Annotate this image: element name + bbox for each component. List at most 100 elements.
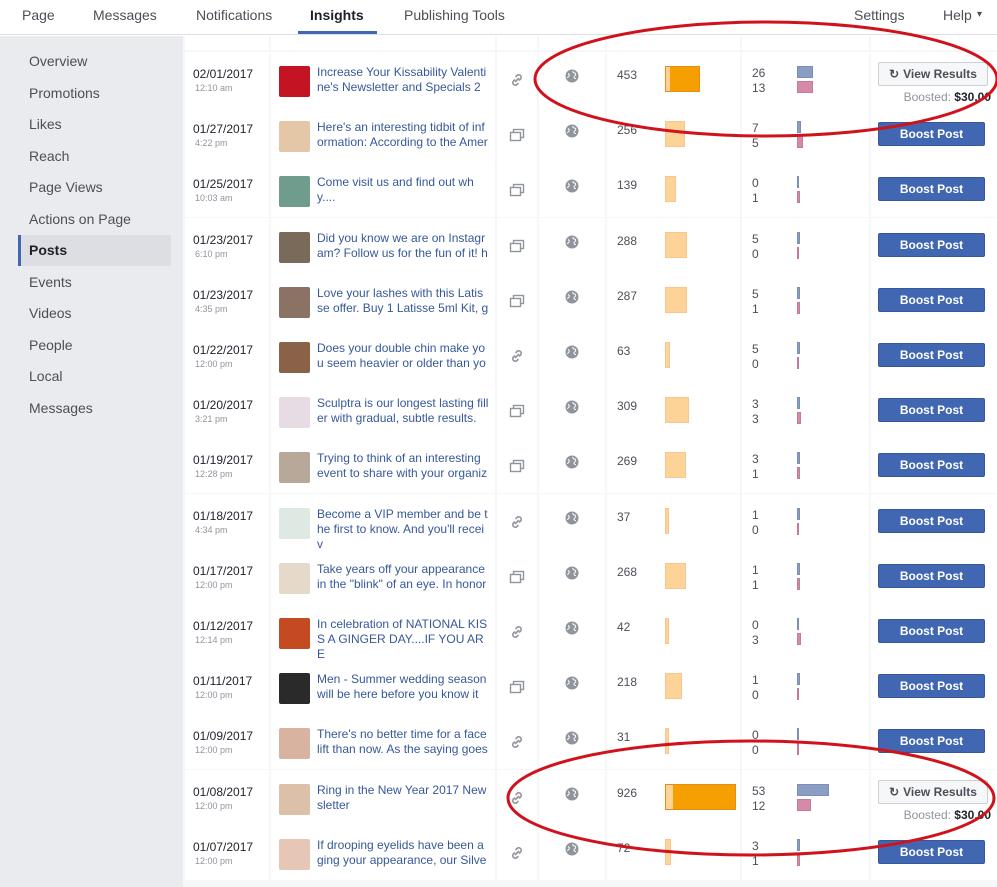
post-link[interactable]: In celebration of NATIONAL KISS A GINGER… [317,617,489,662]
globe-icon [565,621,579,635]
insights-sidebar: Overview Promotions Likes Reach Page Vie… [0,36,183,887]
reach-bar [665,673,682,700]
post-date: 01/23/2017 [193,232,254,247]
sidebar-item-reach[interactable]: Reach [18,141,171,172]
post-link[interactable]: Take years off your appearance in the "b… [317,562,489,592]
targeting-cell [539,383,605,439]
view-results-button[interactable]: ↻ View Results [878,62,988,86]
boost-post-button[interactable]: Boost Post [878,398,985,423]
sidebar-item-videos[interactable]: Videos [18,298,171,329]
sidebar-item-local[interactable]: Local [18,361,171,392]
tab-insights[interactable]: Insights [310,7,364,23]
reactions-bar [797,191,800,204]
engagement-cell: 10 [742,659,869,715]
post-link[interactable]: Ring in the New Year 2017 Newsletter [317,783,489,813]
post-link[interactable]: Here's an interesting tidbit of informat… [317,120,489,150]
boost-post-button[interactable]: Boost Post [878,287,985,312]
post-thumbnail[interactable] [279,507,310,539]
reactions-bar [797,467,800,480]
post-thumbnail[interactable] [279,121,310,153]
boost-post-button[interactable]: Boost Post [878,343,985,367]
boost-post-button[interactable]: Boost Post [878,177,985,202]
clicks-value: 5 [752,286,759,301]
post-link[interactable]: If drooping eyelids have been aging your… [317,838,489,868]
tab-publishing-tools[interactable]: Publishing Tools [404,7,505,23]
post-link[interactable]: Increase Your Kissability Valentine's Ne… [317,65,489,95]
clicks-value: 3 [752,397,759,412]
sidebar-item-promotions[interactable]: Promotions [18,78,171,109]
post-link[interactable]: Did you know we are on Instagram? Follow… [317,231,489,261]
reactions-value: 0 [752,522,759,537]
boost-post-button[interactable]: Boost Post [878,453,985,478]
type-cell [497,769,537,825]
tab-page[interactable]: Page [22,7,55,23]
sidebar-item-page-views[interactable]: Page Views [18,172,171,203]
reactions-value: 1 [752,853,759,868]
sidebar-item-likes[interactable]: Likes [18,109,171,140]
view-results-label: View Results [903,784,977,799]
post-time: 3:21 pm [195,414,228,425]
post-thumbnail[interactable] [279,397,310,429]
reach-cell: 31 [607,714,740,770]
clicks-value: 53 [752,783,766,798]
post-thumbnail[interactable] [279,286,310,318]
post-thumbnail[interactable] [279,618,310,649]
type-cell [497,493,537,549]
boost-post-button[interactable]: Boost Post [878,839,985,864]
boost-post-button[interactable]: Boost Post [878,674,985,699]
table-row: 01/07/2017 12:00 pm If drooping eyelids ha… [183,824,997,880]
globe-icon [565,345,579,359]
view-results-button[interactable]: ↻ View Results [878,779,988,804]
tab-messages[interactable]: Messages [93,7,157,23]
link-icon [509,790,525,806]
reach-cell: 63 [607,328,740,383]
sidebar-item-actions-on-page[interactable]: Actions on Page [18,204,171,235]
post-link[interactable]: Love your lashes with this Latisse offer… [317,286,489,316]
post-thumbnail[interactable] [279,728,310,760]
boost-post-button[interactable]: Boost Post [878,232,985,257]
sidebar-item-overview[interactable]: Overview [18,46,171,77]
targeting-cell [539,493,605,549]
post-time: 12:28 pm [195,469,233,480]
post-link[interactable]: There's no better time for a facelift th… [317,727,489,757]
post-thumbnail[interactable] [279,838,310,870]
post-link[interactable]: Trying to think of an interesting event … [317,451,489,481]
settings-link[interactable]: Settings [854,7,905,23]
clicks-bar [797,618,799,630]
post-thumbnail[interactable] [279,783,310,815]
boost-post-button[interactable]: Boost Post [878,729,985,754]
post-thumbnail[interactable] [279,452,310,484]
post-thumbnail[interactable] [279,66,310,97]
post-time: 12:14 pm [195,635,233,645]
post-link[interactable]: Sculptra is our longest lasting filler w… [317,396,489,426]
sidebar-item-messages[interactable]: Messages [18,393,171,424]
post-thumbnail[interactable] [279,176,310,208]
post-thumbnail[interactable] [279,342,310,373]
post-cell: Ring in the New Year 2017 Newsletter [271,769,495,825]
refresh-icon: ↻ [889,67,900,81]
boost-post-button[interactable]: Boost Post [878,619,985,643]
clicks-value: 1 [752,673,759,688]
reach-value: 926 [617,785,638,800]
table-row: 01/12/2017 12:14 pm In celebration of NATI… [183,604,997,662]
chevron-down-icon[interactable]: ▾ [977,9,982,20]
post-thumbnail[interactable] [279,673,310,705]
tab-notifications[interactable]: Notifications [196,7,272,23]
top-navigation: Page Messages Notifications Insights Pub… [0,0,997,35]
post-thumbnail[interactable] [279,562,310,594]
boost-post-button[interactable]: Boost Post [878,122,985,147]
boost-post-button[interactable]: Boost Post [878,563,985,588]
post-link[interactable]: Does your double chin make you seem heav… [317,341,489,371]
post-thumbnail[interactable] [279,231,310,263]
post-time: 12:10 am [195,83,233,93]
reactions-bar [797,81,813,93]
post-link[interactable]: Men - Summer wedding season will be here… [317,672,489,702]
boost-post-button[interactable]: Boost Post [878,508,985,533]
sidebar-item-people[interactable]: People [18,330,171,361]
post-link[interactable]: Become a VIP member and be the first to … [317,507,489,552]
help-link[interactable]: Help [943,7,972,23]
refresh-icon: ↻ [889,784,900,799]
post-link[interactable]: Come visit us and find out why.... [317,175,489,205]
sidebar-item-events[interactable]: Events [18,267,171,298]
sidebar-item-posts[interactable]: Posts [18,235,171,266]
